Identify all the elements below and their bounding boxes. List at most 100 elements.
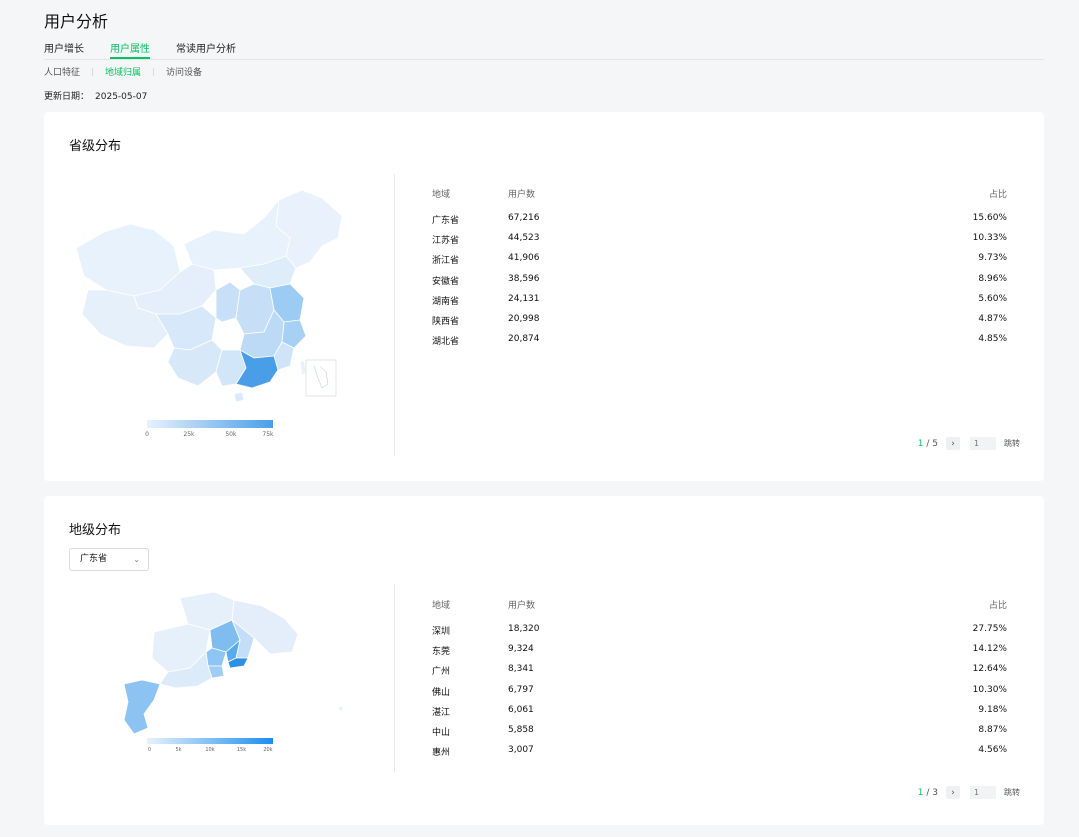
cell-users: 24,131 [508, 293, 540, 304]
cell-users: 67,216 [508, 213, 540, 223]
pager-total: 5 [932, 438, 938, 449]
table-row: 广州 8,341 12.64% [432, 664, 1007, 684]
cell-share: 10.33% [972, 233, 1007, 244]
city-legend-gradient [147, 738, 273, 744]
chevron-down-icon: ⌄ [133, 555, 140, 564]
cell-users: 41,906 [508, 253, 540, 264]
cell-users: 9,324 [508, 644, 534, 655]
map-city-zhanjiang [123, 679, 161, 735]
table-row: 东莞 9,324 14.12% [432, 644, 1007, 664]
update-date-label: 更新日期： [44, 92, 90, 102]
cell-share: 9.18% [978, 704, 1007, 715]
cell-region: 广州 [432, 667, 451, 678]
cell-share: 5.60% [978, 293, 1007, 304]
cell-share: 10.30% [972, 684, 1007, 695]
pager-next-button[interactable]: › [946, 786, 960, 799]
pager-jump-button[interactable]: 跳转 [1004, 438, 1020, 449]
province-legend-tick: 50k [225, 431, 237, 438]
subtab-devices[interactable]: 访问设备 [166, 65, 202, 78]
section-divider [394, 584, 395, 772]
cell-region: 惠州 [432, 748, 451, 759]
subtab-divider [92, 67, 94, 76]
guangdong-map [123, 591, 343, 735]
cell-users: 8,341 [508, 664, 534, 675]
pager-slash: / [923, 438, 933, 449]
tab-frequent-readers[interactable]: 常读用户分析 [176, 40, 236, 59]
cell-users: 5,858 [508, 724, 534, 735]
cell-users: 38,596 [508, 273, 540, 284]
update-date-value: 2025-05-07 [95, 92, 148, 102]
cell-users: 20,874 [508, 334, 540, 345]
cell-region: 湛江 [432, 707, 451, 718]
cell-share: 4.56% [978, 745, 1007, 756]
cell-users: 20,998 [508, 313, 540, 324]
table-row: 佛山 6,797 10.30% [432, 685, 1007, 705]
chevron-right-icon: › [951, 787, 955, 798]
cell-region: 浙江省 [432, 256, 460, 267]
col-share: 占比 [988, 190, 1007, 200]
table-header: 地域 用户数 占比 [432, 187, 1007, 201]
city-legend-tick: 15k [236, 747, 247, 753]
province-legend: 0 25k 50k 75k [145, 420, 274, 441]
pager-page-input[interactable] [970, 437, 996, 450]
cell-users: 6,797 [508, 684, 534, 695]
city-distribution-card: 地级分布 广东省 ⌄ 0 5k 10k 15k 20k 地域 用户数 占比 深圳… [44, 496, 1044, 825]
section-divider [394, 174, 395, 456]
pager-page-input[interactable] [970, 786, 996, 799]
province-select[interactable]: 广东省 ⌄ [69, 548, 149, 571]
map-region-xinjiang [75, 223, 181, 297]
table-row: 深圳 18,320 27.75% [432, 624, 1007, 644]
south-china-sea-islands [313, 365, 329, 389]
subtab-region[interactable]: 地域归属 [105, 65, 141, 78]
map-region-hainan [233, 391, 245, 403]
cell-region: 湖南省 [432, 296, 460, 307]
city-legend-tick: 0 [147, 747, 152, 753]
table-row: 湖南省 24,131 5.60% [432, 294, 1007, 314]
province-legend-ticks: 0 25k 50k 75k [145, 431, 274, 441]
cell-users: 3,007 [508, 745, 534, 756]
table-header: 地域 用户数 占比 [432, 598, 1007, 612]
south-china-sea-inset [305, 359, 337, 397]
sub-tabs: 人口特征 地域归属 访问设备 [44, 65, 202, 78]
cell-share: 9.73% [978, 253, 1007, 264]
province-section-title: 省级分布 [69, 139, 122, 154]
cell-region: 江苏省 [432, 236, 460, 247]
tab-user-growth[interactable]: 用户增长 [44, 40, 84, 59]
cell-region: 安徽省 [432, 276, 460, 287]
city-legend-tick: 10k [205, 747, 215, 753]
province-rows: 广东省 67,216 15.60% 江苏省 44,523 10.33% 浙江省 41,90… [432, 213, 1007, 354]
city-section-title: 地级分布 [69, 523, 122, 538]
page-title: 用户分析 [44, 12, 109, 31]
col-users: 用户数 [508, 601, 536, 611]
pager-total: 3 [932, 787, 938, 798]
col-region: 地域 [432, 190, 451, 200]
tab-user-attributes[interactable]: 用户属性 [110, 40, 150, 59]
map-city-island [337, 705, 343, 713]
table-row: 广东省 67,216 15.60% [432, 213, 1007, 233]
province-legend-tick: 75k [262, 431, 274, 438]
table-row: 浙江省 41,906 9.73% [432, 253, 1007, 273]
pager-next-button[interactable]: › [946, 437, 960, 450]
col-region: 地域 [432, 601, 451, 611]
table-row: 中山 5,858 8.87% [432, 725, 1007, 745]
subtab-demographics[interactable]: 人口特征 [44, 65, 80, 78]
pager-jump-button[interactable]: 跳转 [1004, 787, 1020, 798]
cell-users: 6,061 [508, 704, 534, 715]
province-legend-gradient [147, 420, 273, 428]
city-rows: 深圳 18,320 27.75% 东莞 9,324 14.12% 广州 8,341 12.6… [432, 624, 1007, 765]
table-row: 惠州 3,007 4.56% [432, 745, 1007, 765]
cell-region: 广东省 [432, 216, 460, 226]
col-share: 占比 [988, 601, 1007, 611]
cell-share: 8.96% [978, 273, 1007, 284]
table-row: 安徽省 38,596 8.96% [432, 274, 1007, 294]
city-legend: 0 5k 10k 15k 20k [147, 738, 273, 757]
city-legend-tick: 20k [263, 747, 273, 753]
province-select-value: 广东省 [80, 554, 108, 564]
cell-share: 12.64% [972, 664, 1007, 675]
table-row: 江苏省 44,523 10.33% [432, 233, 1007, 253]
province-table: 地域 用户数 占比 广东省 67,216 15.60% 江苏省 44,523 10.33… [432, 187, 1007, 354]
province-legend-tick: 0 [145, 431, 149, 438]
city-legend-tick: 5k [175, 747, 182, 753]
province-legend-tick: 25k [183, 431, 195, 438]
main-tabs: 用户增长 用户属性 常读用户分析 [44, 40, 1044, 60]
